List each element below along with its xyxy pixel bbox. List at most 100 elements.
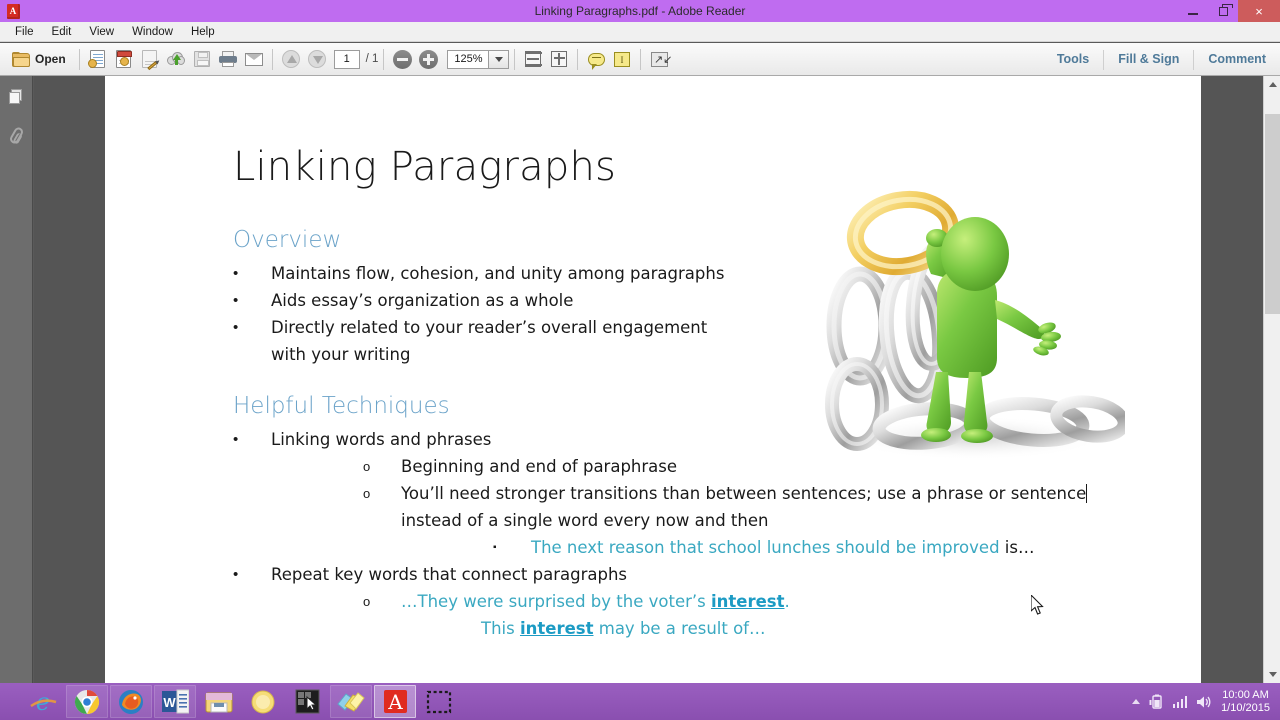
toolbar-divider bbox=[383, 48, 385, 70]
text-highlight-icon: I bbox=[614, 51, 631, 67]
chrome-icon bbox=[74, 689, 100, 714]
list-item: o You’ll need stronger transitions than … bbox=[298, 480, 1088, 507]
fill-and-sign-panel-button[interactable]: Fill & Sign bbox=[1104, 43, 1193, 76]
list-item-text: with your writing bbox=[271, 345, 411, 364]
list-item-text: Maintains flow, cohesion, and unity amon… bbox=[271, 264, 725, 283]
chain-links-mascot-image bbox=[805, 176, 1130, 466]
page-with-hand-icon bbox=[88, 50, 106, 68]
list-item-text-body: …They were surprised by the voter’s bbox=[401, 592, 711, 611]
open-button[interactable]: Open bbox=[6, 46, 74, 72]
sticky-note-button[interactable] bbox=[583, 46, 609, 72]
pdf-page[interactable]: Linking Paragraphs Overview • Maintains … bbox=[105, 76, 1201, 683]
list-item: • Aids essay’s organization as a whole bbox=[233, 287, 724, 314]
list-item-text: …They were surprised by the voter’s inte… bbox=[401, 588, 790, 615]
sticky-notes-icon bbox=[337, 691, 365, 712]
clock[interactable]: 10:00 AM 1/10/2015 bbox=[1221, 689, 1270, 715]
plus-circle-icon bbox=[418, 49, 438, 69]
taskbar-adobe-reader[interactable]: A bbox=[374, 685, 416, 718]
list-item-continuation: instead of a single word every now and t… bbox=[298, 507, 1087, 534]
menu-item-window[interactable]: Window bbox=[123, 23, 182, 41]
export-pdf-button[interactable] bbox=[111, 46, 137, 72]
print-button[interactable] bbox=[215, 46, 241, 72]
taskbar-word[interactable]: W bbox=[154, 685, 196, 718]
battery-icon[interactable] bbox=[1149, 694, 1164, 709]
page-title: Linking Paragraphs bbox=[233, 144, 617, 190]
menu-item-view[interactable]: View bbox=[80, 23, 123, 41]
bullet-marker: ▪ bbox=[493, 542, 497, 553]
word-icon: W bbox=[161, 689, 189, 714]
taskbar-google-chrome[interactable] bbox=[66, 685, 108, 718]
document-viewer[interactable]: Linking Paragraphs Overview • Maintains … bbox=[34, 76, 1263, 683]
bullet-marker: o bbox=[363, 486, 371, 501]
taskbar: e W A 10:00 AM 1/10/2015 bbox=[0, 683, 1280, 720]
cloud-upload-icon bbox=[166, 52, 185, 66]
list-item-text-trailing: is… bbox=[999, 538, 1035, 557]
list-item-text-trailing: . bbox=[784, 592, 790, 611]
edit-pdf-button[interactable] bbox=[137, 46, 163, 72]
attachments-button[interactable] bbox=[5, 124, 27, 146]
envelope-icon bbox=[244, 52, 263, 66]
minimize-button[interactable] bbox=[1178, 0, 1208, 22]
tools-panel-button[interactable]: Tools bbox=[1043, 43, 1103, 76]
taskbar-file-explorer[interactable] bbox=[198, 685, 240, 718]
emphasis-keyword: interest bbox=[519, 619, 594, 638]
taskbar-firefox[interactable] bbox=[110, 685, 152, 718]
create-pdf-button[interactable] bbox=[85, 46, 111, 72]
bullet-marker: • bbox=[233, 319, 239, 336]
scroll-up-button[interactable] bbox=[1264, 76, 1280, 93]
highlight-text-button[interactable]: I bbox=[609, 46, 635, 72]
menu-item-help[interactable]: Help bbox=[182, 23, 224, 41]
zoom-level-input[interactable]: 125% bbox=[447, 49, 490, 69]
page-number-input[interactable]: 1 bbox=[333, 49, 360, 69]
paperclip-icon bbox=[7, 125, 25, 145]
next-page-button[interactable] bbox=[304, 46, 330, 72]
page-thumbnails-button[interactable] bbox=[5, 86, 27, 108]
taskbar-screen-capture[interactable] bbox=[286, 685, 328, 718]
list-item: o …They were surprised by the voter’s in… bbox=[298, 588, 1087, 615]
restore-button[interactable] bbox=[1208, 0, 1238, 22]
upload-cloud-button[interactable] bbox=[163, 46, 189, 72]
toolbar-divider bbox=[577, 48, 579, 70]
section-heading-overview: Overview bbox=[233, 227, 342, 253]
email-button[interactable] bbox=[241, 46, 267, 72]
yellow-circle-icon bbox=[251, 690, 275, 713]
comment-panel-button[interactable]: Comment bbox=[1194, 43, 1280, 76]
scrollbar-thumb[interactable] bbox=[1265, 114, 1280, 314]
expand-arrows-icon: ↗↙ bbox=[650, 51, 672, 67]
menu-item-edit[interactable]: Edit bbox=[43, 23, 81, 41]
bullet-marker: • bbox=[233, 566, 239, 583]
chevron-up-icon[interactable] bbox=[1131, 699, 1140, 704]
list-item-text: instead of a single word every now and t… bbox=[401, 511, 769, 530]
taskbar-media[interactable] bbox=[242, 685, 284, 718]
bullet-marker: • bbox=[233, 292, 239, 309]
zoom-out-button[interactable] bbox=[389, 46, 415, 72]
scroll-down-button[interactable] bbox=[1264, 666, 1280, 683]
previous-page-button[interactable] bbox=[278, 46, 304, 72]
list-item-text: You’ll need stronger transitions than be… bbox=[401, 480, 1088, 507]
bullet-marker: o bbox=[363, 459, 371, 474]
zoom-in-button[interactable] bbox=[415, 46, 441, 72]
toolbar-divider bbox=[514, 48, 516, 70]
bullet-marker: • bbox=[233, 265, 239, 282]
taskbar-sticky-notes[interactable] bbox=[330, 685, 372, 718]
toolbar-right-panels: Tools Fill & Sign Comment bbox=[1043, 43, 1280, 76]
signal-bars-icon[interactable] bbox=[1172, 695, 1188, 708]
vertical-scrollbar[interactable] bbox=[1263, 76, 1280, 683]
menu-item-file[interactable]: File bbox=[6, 23, 43, 41]
fit-width-button[interactable] bbox=[520, 46, 546, 72]
fit-page-button[interactable] bbox=[546, 46, 572, 72]
svg-text:W: W bbox=[163, 695, 176, 710]
minimize-icon bbox=[1188, 12, 1198, 15]
emphasis-keyword: interest bbox=[710, 592, 785, 611]
svg-text:A: A bbox=[387, 690, 403, 714]
taskbar-internet-explorer[interactable]: e bbox=[22, 685, 64, 718]
close-button[interactable]: × bbox=[1238, 0, 1280, 22]
list-item-continuation: This interest may be a result of… bbox=[298, 615, 1087, 642]
save-button[interactable] bbox=[189, 46, 215, 72]
read-mode-button[interactable]: ↗↙ bbox=[646, 46, 672, 72]
taskbar-snipping-tool[interactable] bbox=[418, 685, 460, 718]
zoom-dropdown-button[interactable] bbox=[489, 49, 510, 69]
speaker-icon[interactable] bbox=[1196, 695, 1212, 709]
navigation-pane bbox=[0, 76, 33, 683]
page-thumbnails-icon bbox=[8, 89, 24, 105]
